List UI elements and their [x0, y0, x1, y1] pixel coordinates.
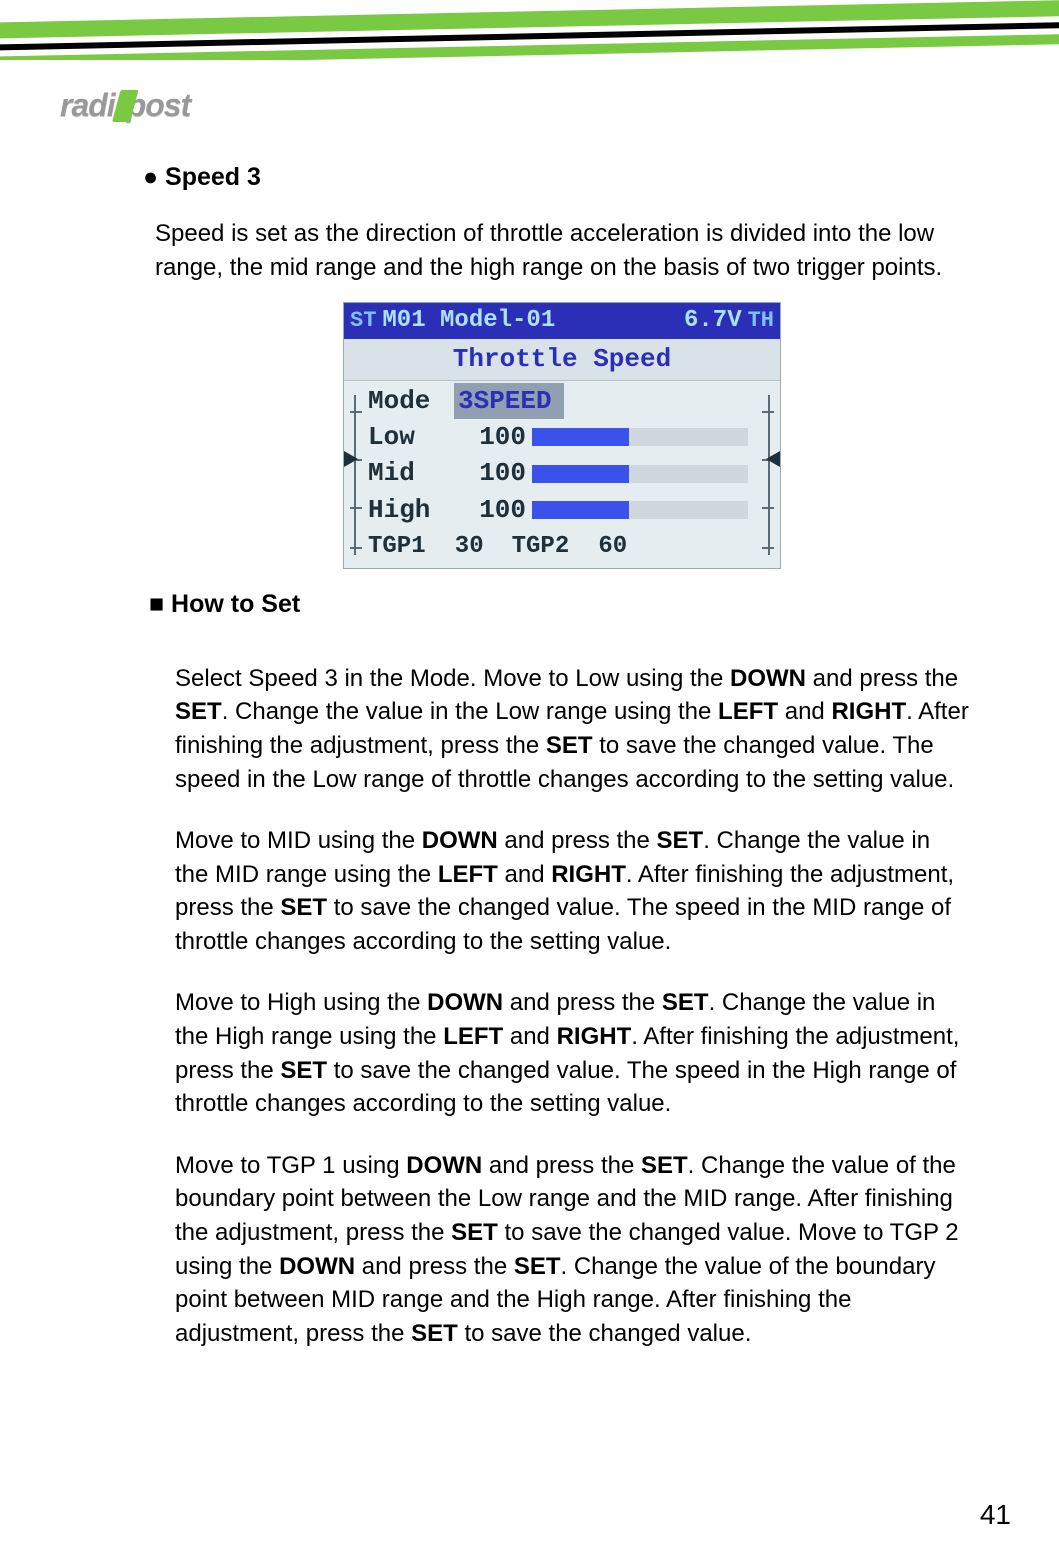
lcd-title: Throttle Speed: [344, 339, 780, 380]
lcd-tgp2-label: TGP2: [512, 530, 570, 564]
lcd-body: Mode 3SPEED Low 100 Mid 100 High 100 TGP…: [344, 381, 780, 568]
lcd-mode-value: 3SPEED: [454, 383, 564, 419]
lcd-high-label: High: [366, 492, 454, 528]
lcd-low-label: Low: [366, 419, 454, 455]
lcd-th-label: TH: [748, 306, 774, 337]
brand-logo: radipost: [60, 80, 1059, 130]
instruction-para-2: Move to MID using the DOWN and press the…: [155, 824, 969, 958]
lcd-mid-label: Mid: [366, 455, 454, 491]
lcd-high-value: 100: [454, 492, 532, 528]
lcd-header: ST M01 Model-01 6.7V TH: [344, 303, 780, 339]
page-content: Speed 3 Speed is set as the direction of…: [0, 130, 1059, 1350]
lcd-voltage: 6.7V: [684, 304, 748, 338]
arrow-right-icon: [344, 451, 358, 467]
instruction-para-3: Move to High using the DOWN and press th…: [155, 986, 969, 1120]
lcd-right-scale: [758, 395, 780, 555]
intro-paragraph: Speed is set as the direction of throttl…: [155, 217, 969, 284]
lcd-high-bar: [532, 501, 748, 519]
header-stripes: [0, 0, 1059, 60]
section-heading-speed3: Speed 3: [143, 160, 969, 195]
section-heading-howto: How to Set: [149, 587, 969, 622]
lcd-tgp1-value: 30: [434, 530, 484, 564]
page-number: 41: [980, 1499, 1011, 1531]
lcd-st-label: ST: [350, 306, 376, 337]
lcd-tgp2-value: 60: [577, 530, 627, 564]
lcd-model: M01 Model-01: [376, 304, 684, 338]
lcd-screenshot: ST M01 Model-01 6.7V TH Throttle Speed M…: [343, 302, 781, 569]
lcd-mid-value: 100: [454, 455, 532, 491]
lcd-mode-label: Mode: [366, 383, 454, 419]
instruction-para-1: Select Speed 3 in the Mode. Move to Low …: [155, 662, 969, 796]
lcd-row-tgp: TGP1 30 TGP2 60: [366, 528, 758, 568]
lcd-tgp1-label: TGP1: [368, 530, 426, 564]
lcd-left-scale: [344, 395, 366, 555]
instructions: Select Speed 3 in the Mode. Move to Low …: [155, 662, 969, 1351]
lcd-low-value: 100: [454, 419, 532, 455]
arrow-left-icon: [766, 451, 780, 467]
lcd-mid-bar: [532, 465, 748, 483]
lcd-low-bar: [532, 428, 748, 446]
instruction-para-4: Move to TGP 1 using DOWN and press the S…: [155, 1149, 969, 1351]
